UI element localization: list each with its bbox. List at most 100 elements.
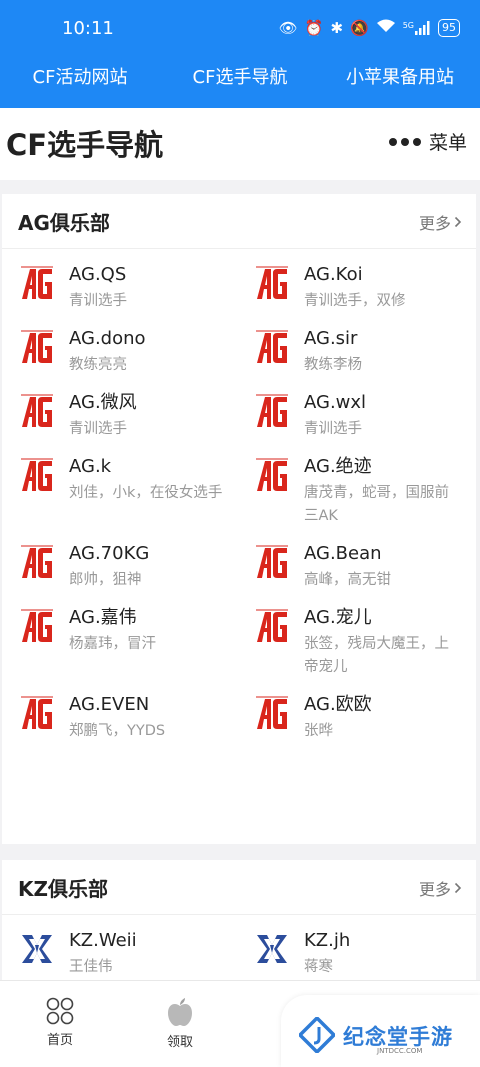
- menu-button[interactable]: 菜单: [388, 128, 467, 155]
- ag-logo-icon: [21, 458, 53, 491]
- tab-label: 首页: [46, 1033, 73, 1048]
- player-info: KZ.Weii 王佳伟: [69, 929, 149, 979]
- ag-logo-icon: [21, 394, 53, 427]
- player-desc: 高峰，高无钳: [304, 572, 391, 588]
- more-link[interactable]: 更多: [419, 876, 462, 900]
- player-desc: 刘佳，小k，在役女选手: [69, 485, 223, 501]
- player-desc: 蒋寒: [304, 959, 333, 975]
- nav-tab-backup-site[interactable]: 小苹果备用站: [320, 58, 480, 108]
- player-info: AG.k 刘佳，小k，在役女选手: [69, 455, 234, 528]
- player-desc: 青训选手: [304, 421, 362, 437]
- player-item[interactable]: AG.EVEN 郑鹏飞，YYDS: [2, 679, 237, 743]
- player-info: AG.wxl 青训选手: [304, 391, 378, 441]
- player-info: AG.微风青训选手: [69, 391, 149, 441]
- battery-icon: 95: [438, 19, 460, 37]
- player-info: AG.宠儿张签，残局大魔王，上帝宠儿: [304, 606, 472, 679]
- player-desc: 青训选手: [69, 293, 127, 309]
- player-item[interactable]: AG.dono 教练亮亮: [2, 313, 237, 377]
- player-desc: 王佳伟: [69, 959, 113, 975]
- alarm-icon: ⏰: [304, 19, 324, 37]
- network-type: 5G: [402, 21, 414, 30]
- player-name: AG.wxl: [304, 392, 367, 413]
- player-name: AG.Koi: [304, 264, 363, 285]
- section-title: AG俱乐部: [18, 211, 110, 235]
- ag-logo-icon: [21, 266, 53, 299]
- signal-icon: 5G: [403, 21, 431, 35]
- menu-label: 菜单: [428, 132, 467, 154]
- player-item[interactable]: AG.k 刘佳，小k，在役女选手: [2, 441, 237, 528]
- player-item[interactable]: AG.嘉伟杨嘉玮，冒汗: [2, 592, 237, 679]
- player-item[interactable]: AG.Koi 青训选手，双修: [237, 249, 472, 313]
- player-desc: 青训选手: [69, 421, 127, 437]
- ag-logo-icon: [256, 696, 288, 729]
- more-label: 更多: [418, 214, 451, 233]
- section-title: KZ俱乐部: [18, 877, 108, 901]
- player-name: AG.嘉伟: [69, 607, 137, 628]
- player-item[interactable]: AG.欧欧张晔: [237, 679, 472, 743]
- page-header: CF选手导航 菜单: [0, 108, 480, 180]
- player-item[interactable]: AG.QS 青训选手: [2, 249, 237, 313]
- wifi-icon: [376, 18, 396, 38]
- player-name: AG.70KG: [69, 543, 150, 564]
- more-link[interactable]: 更多: [419, 210, 462, 234]
- status-bar: 10:11 👁 ⏰ ✱ 🔕 5G 95: [0, 0, 480, 58]
- player-item[interactable]: AG.宠儿张签，残局大魔王，上帝宠儿: [237, 592, 472, 679]
- player-item[interactable]: KZ.Weii 王佳伟: [2, 915, 237, 979]
- tab-home[interactable]: 首页: [0, 981, 120, 1067]
- more-label: 更多: [418, 880, 451, 899]
- kz-logo-icon: [257, 935, 287, 963]
- watermark-url: JNTDCC.COM: [377, 1047, 423, 1055]
- tab-claim[interactable]: 领取: [120, 981, 240, 1067]
- player-desc: 教练亮亮: [69, 357, 127, 373]
- player-item[interactable]: AG.sir 教练李杨: [237, 313, 472, 377]
- player-desc: 教练李杨: [304, 357, 362, 373]
- player-info: AG.欧欧张晔: [304, 693, 384, 743]
- player-info: AG.绝迹 唐茂青，蛇哥，国服前三AK: [304, 455, 472, 528]
- player-desc: 杨嘉玮，冒汗: [69, 636, 156, 652]
- nav-tab-player-nav[interactable]: CF选手导航: [160, 58, 320, 108]
- mute-icon: 🔕: [350, 19, 369, 37]
- tab-label: 领取: [166, 1035, 193, 1050]
- player-grid: AG.QS 青训选手 AG.Koi 青训选手，双修 AG.dono 教练亮亮 AG.sir 教…: [2, 249, 476, 743]
- section-header: AG俱乐部 更多: [2, 194, 476, 249]
- ag-logo-icon: [256, 458, 288, 491]
- player-info: AG.EVEN 郑鹏飞，YYDS: [69, 693, 177, 743]
- player-item[interactable]: AG.微风青训选手: [2, 377, 237, 441]
- nav-tab-activity-site[interactable]: CF活动网站: [0, 58, 160, 108]
- apple-icon: [168, 998, 192, 1026]
- more-dots-icon: [388, 137, 421, 146]
- player-name: AG.微风: [69, 392, 137, 413]
- player-info: AG.Koi 青训选手，双修: [304, 263, 418, 313]
- player-grid: KZ.Weii 王佳伟 KZ.jh 蒋寒: [2, 915, 476, 979]
- player-item[interactable]: KZ.jh 蒋寒: [237, 915, 472, 979]
- ag-logo-icon: [21, 696, 53, 729]
- player-desc: 唐茂青，蛇哥，国服前三AK: [304, 485, 449, 524]
- player-name: AG.宠儿: [304, 607, 372, 628]
- kz-logo-icon: [22, 935, 52, 963]
- player-info: KZ.jh 蒋寒: [304, 929, 362, 979]
- player-desc: 张晔: [304, 723, 333, 739]
- player-item[interactable]: AG.wxl 青训选手: [237, 377, 472, 441]
- top-nav: CF活动网站 CF选手导航 小苹果备用站: [0, 58, 480, 108]
- ag-logo-icon: [256, 609, 288, 642]
- player-item[interactable]: AG.绝迹 唐茂青，蛇哥，国服前三AK: [237, 441, 472, 528]
- player-desc: 张签，残局大魔王，上帝宠儿: [304, 636, 449, 675]
- player-name: AG.Bean: [304, 543, 382, 564]
- status-icons: 👁 ⏰ ✱ 🔕 5G 95: [279, 18, 460, 38]
- player-name: AG.k: [69, 456, 112, 477]
- player-info: AG.QS 青训选手: [69, 263, 139, 313]
- player-name: AG.dono: [69, 328, 146, 349]
- player-info: AG.dono 教练亮亮: [69, 327, 158, 377]
- player-name: KZ.jh: [304, 930, 351, 951]
- player-name: AG.EVEN: [69, 694, 150, 715]
- player-name: KZ.Weii: [69, 930, 137, 951]
- player-item[interactable]: AG.Bean 高峰，高无钳: [237, 528, 472, 592]
- section-header: KZ俱乐部 更多: [2, 860, 476, 915]
- player-info: AG.嘉伟杨嘉玮，冒汗: [69, 606, 168, 679]
- chevron-right-icon: [454, 882, 462, 894]
- player-item[interactable]: AG.70KG 郎帅，狙神: [2, 528, 237, 592]
- watermark-logo-icon: [299, 1017, 335, 1053]
- player-info: AG.Bean 高峰，高无钳: [304, 542, 403, 592]
- player-name: AG.欧欧: [304, 694, 372, 715]
- ag-logo-icon: [256, 330, 288, 363]
